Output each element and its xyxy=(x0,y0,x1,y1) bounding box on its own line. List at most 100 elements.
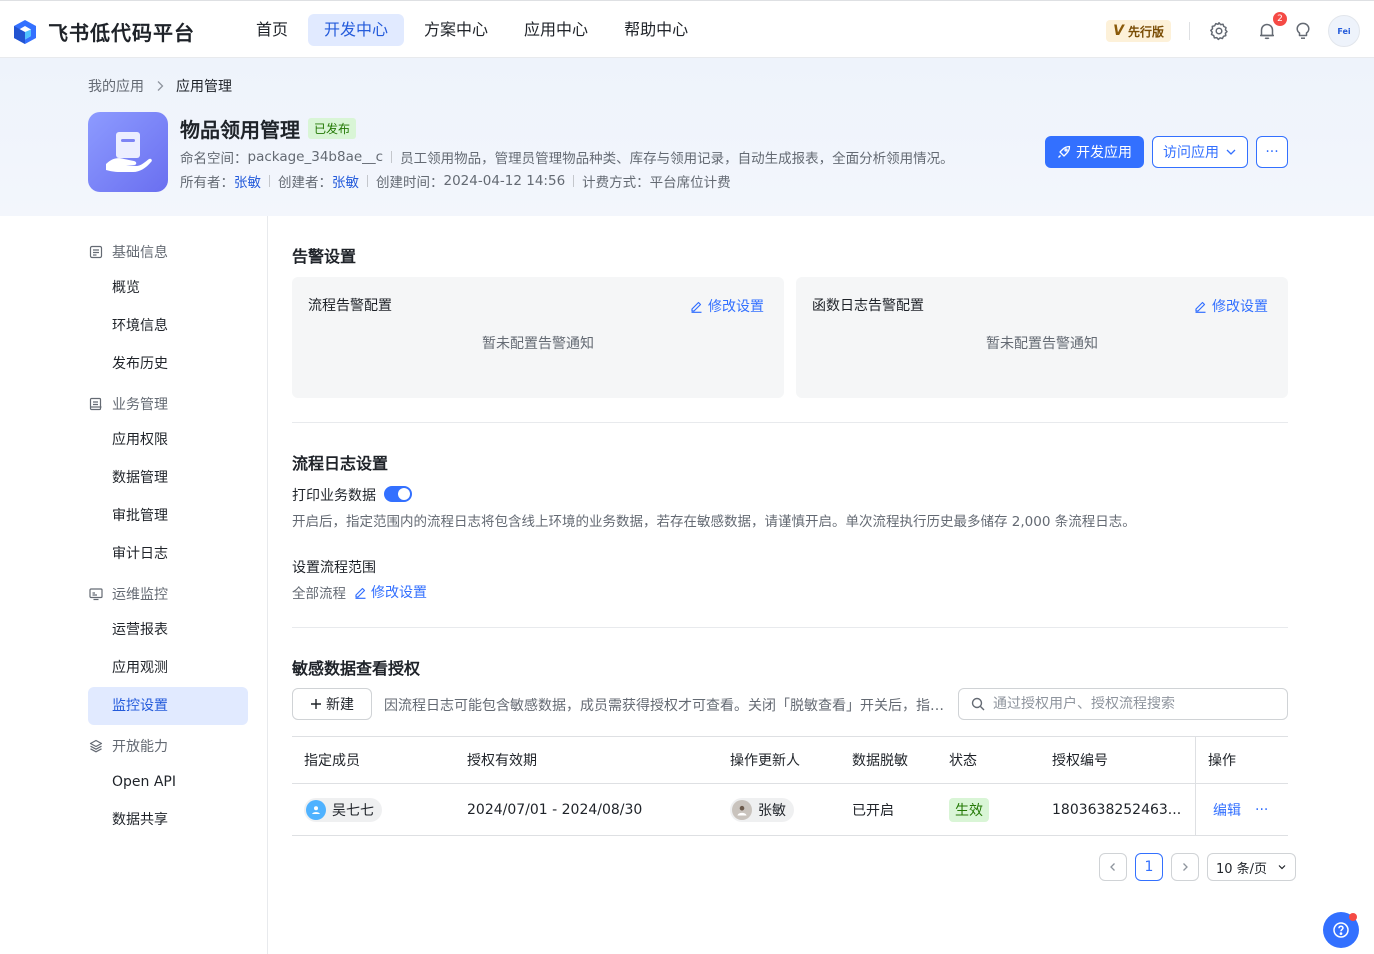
notification-bell-icon[interactable]: 2 xyxy=(1256,12,1287,42)
edition-badge[interactable]: V 先行版 xyxy=(1106,20,1171,42)
column-header: 操作更新人 xyxy=(730,753,800,769)
feishu-logo-icon xyxy=(12,19,38,45)
sidebar-item-app-permissions[interactable]: 应用权限 xyxy=(88,421,248,459)
monitor-icon xyxy=(88,586,104,602)
edit-pencil-icon xyxy=(1194,300,1207,313)
creator-label: 创建者： xyxy=(278,175,332,191)
section-divider xyxy=(292,422,1288,423)
nav-tab-help-center[interactable]: 帮助中心 xyxy=(608,14,704,46)
member-chip[interactable]: 吴七七 xyxy=(304,797,382,822)
flow-scope-value: 全部流程 xyxy=(292,586,346,602)
billing-value: 平台席位计费 xyxy=(649,175,731,191)
help-float-button[interactable] xyxy=(1323,912,1359,948)
sidebar: 基础信息 概览 环境信息 发布历史 业务管理 应用权限 数据管理 审批管理 审计… xyxy=(0,216,268,954)
lightbulb-icon[interactable] xyxy=(1292,20,1314,42)
operations-column-divider xyxy=(1195,737,1196,783)
sidebar-item-release-history[interactable]: 发布历史 xyxy=(88,345,248,383)
creator-link[interactable]: 张敏 xyxy=(332,171,359,191)
column-header: 指定成员 xyxy=(304,753,360,769)
sidebar-item-data-sharing[interactable]: 数据共享 xyxy=(88,801,248,839)
page-number-button[interactable]: 1 xyxy=(1135,853,1163,881)
app-name: 物品领用管理 xyxy=(180,118,300,142)
sidebar-item-open-api[interactable]: Open API xyxy=(88,763,248,801)
flow-scope-label: 设置流程范围 xyxy=(292,560,376,576)
column-header: 数据脱敏 xyxy=(852,753,908,769)
more-actions-button[interactable]: ··· xyxy=(1256,136,1288,168)
masking-cell: 已开启 xyxy=(852,802,894,819)
updater-chip[interactable]: 张敏 xyxy=(730,797,794,822)
sidebar-item-monitor-settings[interactable]: 监控设置 xyxy=(88,687,248,725)
document-icon xyxy=(88,244,104,260)
nav-tab-app-center[interactable]: 应用中心 xyxy=(508,14,604,46)
nav-tab-dev-center[interactable]: 开发中心 xyxy=(308,14,405,46)
flow-scope-row: 全部流程 修改设置 xyxy=(292,582,427,602)
sidebar-item-observability[interactable]: 应用观测 xyxy=(88,649,248,687)
settings-gear-icon[interactable] xyxy=(1208,20,1230,42)
table-row: 吴七七 2024/07/01 - 2024/08/30 张敏 已开启 生效 18… xyxy=(292,784,1288,836)
column-header: 状态 xyxy=(949,753,977,769)
edit-row-link[interactable]: 编辑 xyxy=(1213,784,1241,835)
page-size-value: 10 条/页 xyxy=(1216,861,1268,877)
flow-scope-edit-link[interactable]: 修改设置 xyxy=(354,582,427,602)
brand-name: 飞书低代码平台 xyxy=(48,21,195,45)
meta-divider xyxy=(391,151,393,163)
column-header: 授权编号 xyxy=(1052,753,1108,769)
sidebar-item-audit-log[interactable]: 审计日志 xyxy=(88,535,248,573)
visit-app-dropdown[interactable]: 访问应用 xyxy=(1152,136,1248,168)
column-header: 操作 xyxy=(1208,753,1236,769)
app-meta-line-2: 所有者： 张敏 创建者： 张敏 创建时间： 2024-04-12 14:56 计… xyxy=(180,171,731,191)
edit-pencil-icon xyxy=(690,300,703,313)
nav-tab-home[interactable]: 首页 xyxy=(240,14,304,46)
edit-label: 修改设置 xyxy=(371,585,427,601)
authorization-search[interactable] xyxy=(958,688,1288,720)
pagination: 1 10 条/页 xyxy=(1099,853,1297,881)
flow-log-settings-title: 流程日志设置 xyxy=(292,454,389,473)
prev-page-button[interactable] xyxy=(1099,853,1127,881)
member-name: 吴七七 xyxy=(332,802,374,819)
updater-avatar xyxy=(732,799,752,820)
nav-right-tools: V 先行版 2 Fei xyxy=(1106,12,1360,47)
flow-alert-edit-link[interactable]: 修改设置 xyxy=(690,296,764,316)
more-icon: ··· xyxy=(1265,144,1279,160)
next-page-button[interactable] xyxy=(1171,853,1199,881)
row-more-button[interactable]: ··· xyxy=(1255,784,1268,835)
billing-label: 计费方式： xyxy=(582,175,650,191)
period-cell: 2024/07/01 - 2024/08/30 xyxy=(467,801,643,818)
table-header: 指定成员 授权有效期 操作更新人 数据脱敏 状态 授权编号 操作 xyxy=(292,736,1288,784)
nav-divider xyxy=(1189,22,1190,40)
briefcase-icon xyxy=(88,396,104,412)
owner-link[interactable]: 张敏 xyxy=(234,171,261,191)
auth-id-cell: 1803638252463... xyxy=(1052,801,1182,818)
page-size-select[interactable]: 10 条/页 xyxy=(1207,853,1297,881)
new-authorization-button[interactable]: 新建 xyxy=(292,688,372,720)
namespace-label: 命名空间： xyxy=(180,151,248,167)
user-avatar[interactable]: Fei xyxy=(1328,15,1360,47)
breadcrumb-my-apps[interactable]: 我的应用 xyxy=(88,76,144,96)
owner-label: 所有者： xyxy=(180,175,234,191)
nav-tab-solutions[interactable]: 方案中心 xyxy=(408,14,504,46)
avatar-text: Fei xyxy=(1337,26,1351,36)
function-alert-edit-link[interactable]: 修改设置 xyxy=(1194,296,1268,316)
sidebar-item-approval[interactable]: 审批管理 xyxy=(88,497,248,535)
member-avatar xyxy=(306,799,326,820)
sidebar-item-data-management[interactable]: 数据管理 xyxy=(88,459,248,497)
sidebar-item-overview[interactable]: 概览 xyxy=(88,269,248,307)
search-icon xyxy=(971,697,985,711)
develop-app-button[interactable]: 开发应用 xyxy=(1045,136,1144,168)
brand[interactable]: 飞书低代码平台 xyxy=(12,17,195,46)
visit-app-label: 访问应用 xyxy=(1163,145,1219,161)
sidebar-group-label: 运维监控 xyxy=(112,587,168,603)
search-input[interactable] xyxy=(993,696,1273,712)
created-time-value: 2024-04-12 14:56 xyxy=(443,173,566,189)
print-business-data-toggle[interactable] xyxy=(384,486,412,502)
flow-log-hint: 开启后，指定范围内的流程日志将包含线上环境的业务数据，若存在敏感数据，请谨慎开启… xyxy=(292,514,1136,530)
new-button-label: 新建 xyxy=(326,697,354,713)
sidebar-item-environment[interactable]: 环境信息 xyxy=(88,307,248,345)
rocket-icon xyxy=(1057,145,1071,159)
help-notification-dot xyxy=(1349,913,1357,921)
sidebar-item-ops-report[interactable]: 运营报表 xyxy=(88,611,248,649)
sidebar-group-label: 基础信息 xyxy=(112,245,168,261)
column-header: 授权有效期 xyxy=(467,753,537,769)
updater-name: 张敏 xyxy=(758,802,786,819)
sidebar-group-basic-info: 基础信息 xyxy=(88,242,168,262)
